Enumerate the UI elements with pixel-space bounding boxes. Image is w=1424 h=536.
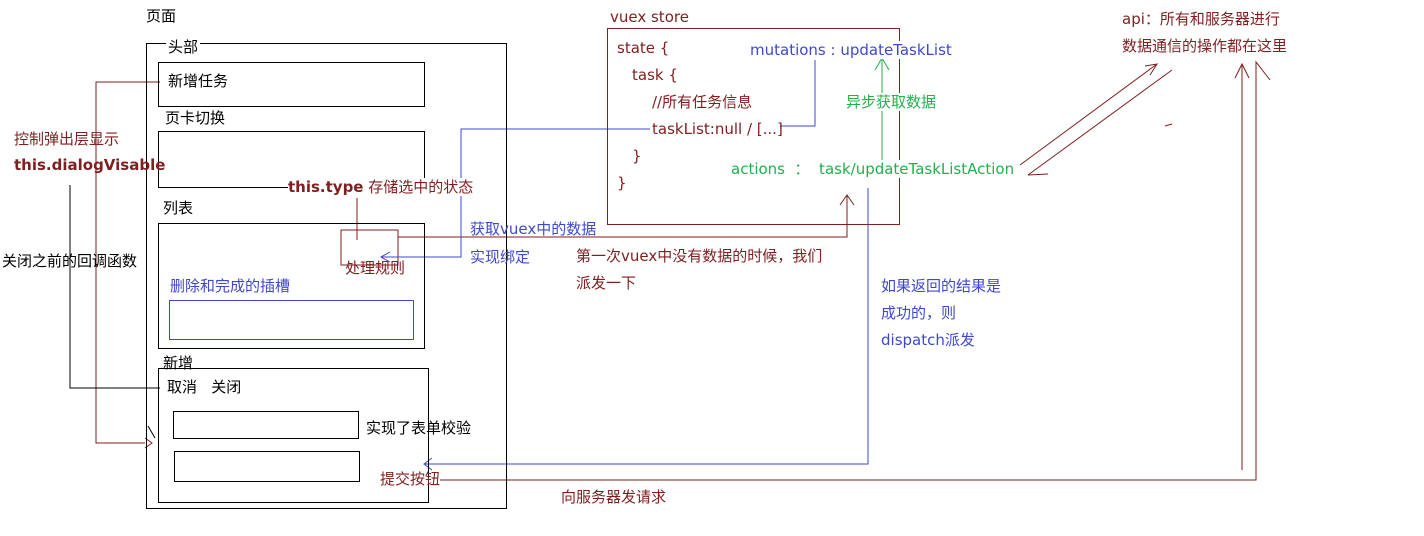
binding-note: 实现绑定 bbox=[470, 248, 531, 266]
mutations-label: mutations : updateTaskList bbox=[750, 41, 952, 59]
tab-switch-label: 页卡切换 bbox=[165, 109, 226, 127]
validation-note: 实现了表单校验 bbox=[366, 419, 472, 437]
result-note-3: dispatch派发 bbox=[881, 331, 975, 349]
api-response-line bbox=[1027, 69, 1173, 176]
first-dispatch-note-2: 派发一下 bbox=[576, 274, 637, 292]
code-line-2: task { bbox=[632, 66, 678, 84]
type-state-note: this.type 存储选中的状态 bbox=[288, 178, 474, 196]
code-line-3: //所有任务信息 bbox=[652, 93, 753, 111]
add-task-button[interactable]: 新增任务 bbox=[168, 72, 228, 90]
first-dispatch-note-1: 第一次vuex中没有数据的时候，我们 bbox=[576, 247, 823, 265]
store-title: vuex store bbox=[610, 8, 689, 26]
type-var: this.type bbox=[288, 178, 364, 196]
header-label: 头部 bbox=[166, 38, 201, 56]
submit-button[interactable]: 提交按钮 bbox=[380, 470, 440, 488]
form-input-1[interactable] bbox=[173, 411, 359, 439]
slot-box bbox=[169, 300, 414, 340]
close-callback-note: 关闭之前的回调函数 bbox=[2, 252, 138, 270]
form-input-2[interactable] bbox=[174, 451, 360, 482]
cancel-close-buttons[interactable]: 取消 关闭 bbox=[167, 378, 241, 396]
list-label: 列表 bbox=[163, 199, 194, 217]
api-request-line bbox=[1019, 63, 1158, 166]
actions-label: actions ： task/updateTaskListAction bbox=[731, 160, 1015, 178]
result-note-2: 成功的，则 bbox=[881, 304, 957, 322]
code-line-6: } bbox=[617, 174, 627, 192]
control-popup-note: 控制弹出层显示 bbox=[14, 130, 120, 148]
process-rule-label: 处理规则 bbox=[345, 259, 406, 277]
api-note-1: api：所有和服务器进行 bbox=[1122, 10, 1280, 28]
get-vuex-note: 获取vuex中的数据 bbox=[470, 220, 597, 238]
api-note-2: 数据通信的操作都在这里 bbox=[1122, 37, 1288, 55]
dialog-visible-var: this.dialogVisable bbox=[14, 156, 166, 174]
async-fetch-label: 异步获取数据 bbox=[846, 93, 937, 111]
code-line-1: state { bbox=[617, 39, 670, 57]
code-line-4: taskList:null / [...] bbox=[652, 120, 783, 138]
server-request-note: 向服务器发请求 bbox=[561, 488, 667, 506]
result-note-1: 如果返回的结果是 bbox=[881, 277, 1002, 295]
code-line-5: } bbox=[632, 147, 642, 165]
slot-label: 删除和完成的插槽 bbox=[170, 277, 291, 295]
type-desc: 存储选中的状态 bbox=[363, 178, 474, 196]
page-title: 页面 bbox=[146, 7, 177, 25]
